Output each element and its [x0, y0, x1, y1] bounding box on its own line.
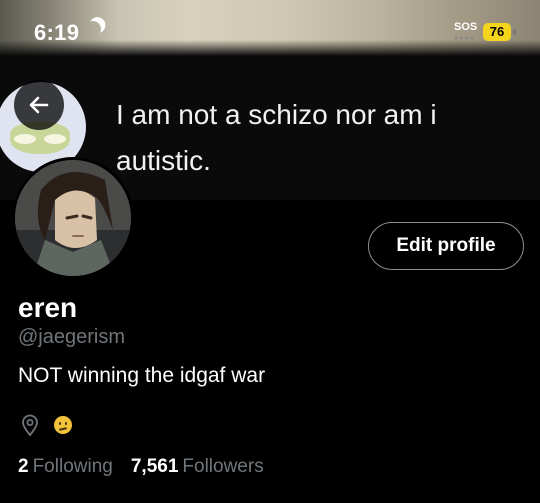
avatar-image [15, 160, 131, 276]
battery-icon: 76 [483, 23, 511, 41]
display-name: eren [18, 292, 78, 323]
signal-dots-icon: ●●●● [454, 35, 475, 42]
sos-indicator: SOS [454, 21, 478, 33]
edit-profile-button[interactable]: Edit profile [368, 222, 524, 270]
profile-meta-row [18, 412, 72, 438]
followers-label: Followers [182, 456, 264, 477]
following-count: 2 [18, 456, 29, 477]
sticker-eye [44, 134, 66, 144]
emoji-mouth [58, 427, 68, 431]
battery-tip [513, 29, 516, 35]
back-button[interactable] [14, 80, 64, 130]
following-label: Following [32, 456, 113, 477]
status-time: 6:19 [34, 20, 80, 45]
followers-count: 7,561 [130, 456, 179, 477]
moon-icon [84, 20, 103, 39]
status-bar: 6:19 SOS ●●●● 76 [0, 0, 540, 60]
emoji-icon [54, 416, 72, 434]
user-handle: @jaegerism [18, 326, 126, 348]
followers-link[interactable]: 7,561 Followers [131, 456, 264, 478]
avatar[interactable] [12, 157, 134, 279]
location-icon [22, 414, 38, 437]
banner-caption: I am not a schizo nor am i autistic. [116, 99, 437, 176]
profile-stats: 2 Following 7,561 Followers [18, 456, 264, 478]
profile-bio: NOT winning the idgaf war [18, 364, 266, 387]
back-arrow-icon [29, 96, 49, 114]
following-link[interactable]: 2 Following [18, 456, 113, 478]
sticker-eye [14, 134, 36, 144]
